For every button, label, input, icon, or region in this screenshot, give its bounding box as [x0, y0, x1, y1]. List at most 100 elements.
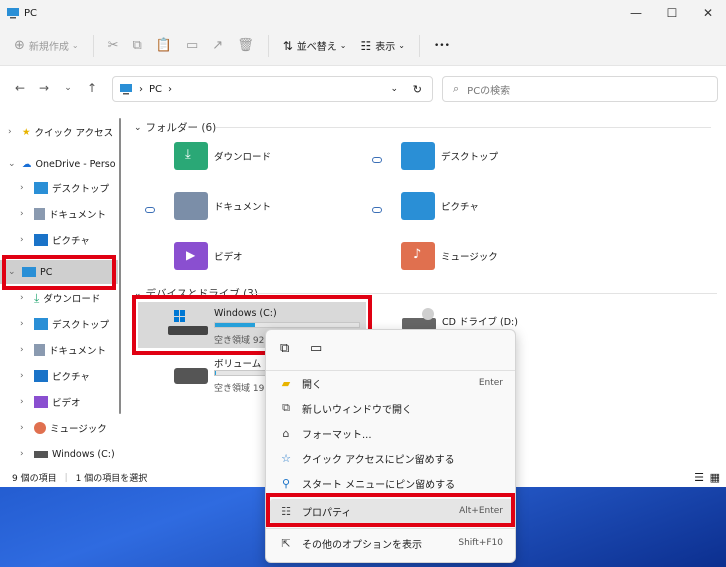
chevron-down-icon[interactable]: ⌄: [8, 159, 20, 169]
menu-shortcut: Shift+F10: [458, 538, 503, 548]
folder-label: ミュージック: [441, 252, 498, 263]
up-button[interactable]: ↑: [82, 81, 102, 95]
navigation-pane: › ★ クイック アクセス ⌄ ☁ OneDrive - Perso › デスクトップ ›…: [0, 112, 122, 468]
chevron-right-icon[interactable]: ›: [20, 319, 32, 329]
sidebar-item-documents[interactable]: › ドキュメント: [0, 338, 118, 362]
cd-disc-icon: [422, 308, 434, 320]
chevron-down-icon[interactable]: ⌄: [134, 123, 142, 133]
sort-button[interactable]: ⇅ 並べ替え ⌄: [282, 38, 347, 54]
chevron-right-icon[interactable]: ›: [20, 423, 32, 433]
chevron-down-icon[interactable]: ⌄: [390, 84, 398, 94]
copy-icon: ⧉: [132, 38, 142, 53]
plus-icon: ⊕: [14, 38, 25, 53]
folder-label: ビデオ: [214, 252, 243, 263]
sidebar-item-videos[interactable]: › ビデオ: [0, 390, 118, 414]
sidebar-item-label: デスクトップ: [52, 184, 110, 195]
copy-button[interactable]: ⧉: [133, 38, 142, 53]
format-icon: ⌂: [282, 426, 290, 440]
chevron-right-icon[interactable]: ›: [20, 397, 32, 407]
sidebar-item-windows-c[interactable]: › Windows (C:): [0, 442, 118, 466]
chevron-right-icon[interactable]: ›: [20, 293, 32, 303]
sidebar-item-onedrive-documents[interactable]: › ドキュメント: [0, 202, 118, 226]
rename-icon: ▭: [186, 38, 199, 53]
folder-documents[interactable]: ドキュメント: [174, 192, 271, 220]
more-icon: •••: [433, 40, 450, 51]
chevron-right-icon[interactable]: ›: [20, 371, 32, 381]
share-button[interactable]: ↗: [212, 38, 223, 53]
folder-music[interactable]: ♪ ミュージック: [401, 242, 498, 270]
pictures-folder-icon: [401, 192, 435, 220]
scissors-icon: ✂: [107, 38, 119, 53]
cut-button[interactable]: ✂: [108, 38, 119, 53]
sidebar-item-onedrive-desktop[interactable]: › デスクトップ: [0, 176, 118, 200]
tiles-view-icon[interactable]: ▦: [710, 471, 720, 484]
menu-item-label: その他のオプションを表示: [302, 539, 422, 551]
maximize-button[interactable]: ☐: [654, 0, 690, 26]
sidebar-item-label: OneDrive - Perso: [35, 158, 116, 170]
chevron-right-icon[interactable]: ›: [20, 345, 32, 355]
refresh-icon[interactable]: ↻: [413, 83, 422, 96]
close-button[interactable]: ✕: [690, 0, 726, 26]
folder-pictures[interactable]: ピクチャ: [401, 192, 479, 220]
sidebar-item-music[interactable]: › ミュージック: [0, 416, 118, 440]
window-title: PC: [24, 7, 38, 19]
folders-header-label: フォルダー (6): [145, 122, 217, 134]
cloud-status-icon: [372, 207, 382, 213]
menu-item-format[interactable]: ⌂ フォーマット...: [270, 421, 513, 445]
sort-icon: ⇅: [282, 38, 293, 53]
folder-downloads[interactable]: ⤓ ダウンロード: [174, 142, 271, 170]
copy-icon[interactable]: ⧉: [280, 341, 289, 356]
chevron-right-icon[interactable]: ›: [20, 183, 32, 193]
highlight-pc: [2, 255, 116, 290]
menu-shortcut: Enter: [478, 378, 503, 388]
view-button[interactable]: ☷ 表示 ⌄: [360, 38, 404, 54]
drive-free-space: 空き領域 19.: [214, 384, 268, 394]
documents-folder-icon: [174, 192, 208, 220]
sidebar-item-quick-access[interactable]: › ★ クイック アクセス: [0, 120, 118, 144]
new-button[interactable]: ⊕ 新規作成 ⌄: [14, 38, 79, 53]
menu-item-more-options[interactable]: ⇱ その他のオプションを表示 Shift+F10: [270, 531, 513, 555]
recent-chevron-icon[interactable]: ⌄: [58, 83, 78, 93]
menu-item-open[interactable]: ▰ 開く Enter: [270, 371, 513, 395]
drive-label: CD ドライブ (D:): [442, 317, 518, 328]
details-view-icon[interactable]: ☰: [694, 471, 704, 484]
folder-label: ダウンロード: [214, 152, 272, 163]
view-label: 表示: [375, 42, 396, 53]
folder-desktop[interactable]: デスクトップ: [401, 142, 498, 170]
menu-item-pin-start[interactable]: ⚲ スタート メニューにピン留めする: [270, 471, 513, 495]
sidebar-item-pictures[interactable]: › ピクチャ: [0, 364, 118, 388]
rename-button[interactable]: ▭: [186, 38, 198, 53]
chevron-right-icon[interactable]: ›: [20, 449, 32, 459]
more-button[interactable]: •••: [434, 41, 450, 51]
paste-button[interactable]: 📋: [156, 38, 172, 53]
view-icon: ☷: [360, 38, 372, 53]
chevron-right-icon[interactable]: ›: [20, 235, 32, 245]
sidebar-item-onedrive[interactable]: ⌄ ☁ OneDrive - Perso: [0, 152, 118, 176]
folders-section-header[interactable]: ⌄ フォルダー (6): [134, 120, 216, 135]
breadcrumb-pc[interactable]: PC: [149, 84, 162, 95]
sidebar-item-onedrive-pictures[interactable]: › ピクチャ: [0, 228, 118, 252]
search-input[interactable]: ⌕ PCの検索: [442, 76, 718, 102]
chevron-down-icon: ⌄: [71, 41, 79, 50]
sidebar-item-label: クイック アクセス: [34, 128, 114, 139]
pc-icon: [7, 8, 19, 19]
sidebar-item-label: ピクチャ: [52, 372, 90, 383]
drive-body-icon: [174, 368, 208, 384]
minimize-button[interactable]: —: [618, 0, 654, 26]
delete-button[interactable]: 🗑: [237, 38, 254, 53]
menu-item-label: クイック アクセスにピン留めする: [302, 454, 455, 466]
chevron-right-icon[interactable]: ›: [20, 209, 32, 219]
rename-icon[interactable]: ▭: [310, 341, 322, 356]
trash-icon: 🗑: [237, 38, 254, 53]
sidebar-item-desktop[interactable]: › デスクトップ: [0, 312, 118, 336]
folder-videos[interactable]: ▶ ビデオ: [174, 242, 243, 270]
sidebar-scrollbar[interactable]: [119, 118, 121, 414]
forward-button[interactable]: →: [34, 81, 54, 95]
folder-label: ピクチャ: [441, 202, 479, 213]
back-button[interactable]: ←: [10, 81, 30, 95]
menu-item-open-new-window[interactable]: ⧉ 新しいウィンドウで開く: [270, 396, 513, 420]
command-bar: ⊕ 新規作成 ⌄ ✂ ⧉ 📋 ▭ ↗ 🗑 ⇅ 並べ替え ⌄ ☷ 表示 ⌄ •••: [0, 26, 726, 66]
address-bar[interactable]: › PC › ⌄ ↻: [112, 76, 433, 102]
chevron-right-icon[interactable]: ›: [8, 127, 20, 137]
menu-item-pin-quick-access[interactable]: ☆ クイック アクセスにピン留めする: [270, 446, 513, 470]
